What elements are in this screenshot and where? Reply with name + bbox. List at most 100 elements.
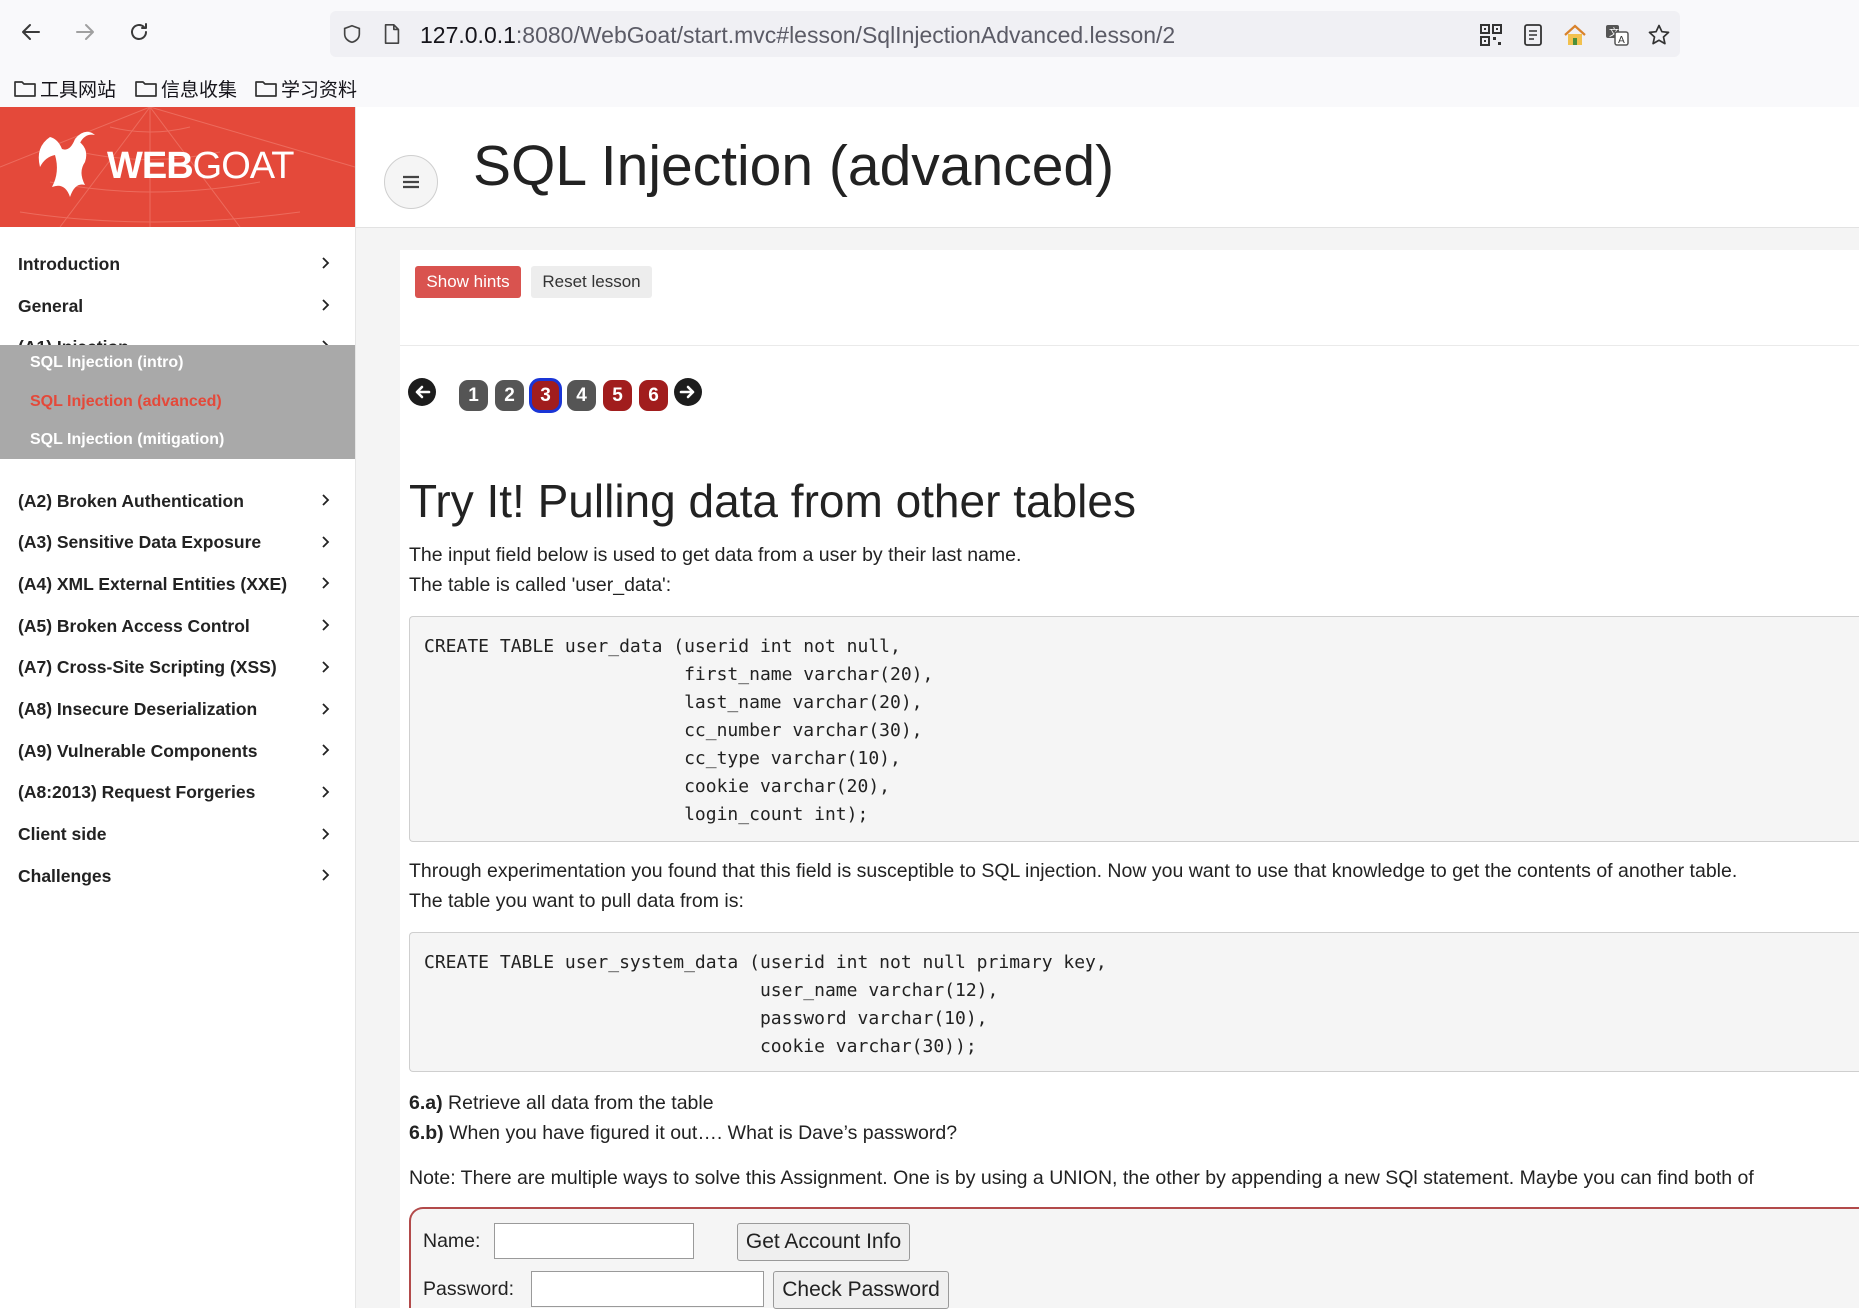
show-hints-button[interactable]: Show hints <box>415 266 521 298</box>
menu-item-label: Introduction <box>18 253 121 274</box>
shield-icon[interactable] <box>340 22 364 46</box>
forward-icon[interactable] <box>67 14 103 50</box>
sidebar: WEBGOAT Introduction General (A1) Inject… <box>0 107 356 1308</box>
sub-item-sql-injection-mitigation[interactable]: SQL Injection (mitigation) <box>30 431 224 449</box>
assignment-form: Name: Get Account Info Password: Check P… <box>409 1207 1859 1309</box>
password-label: Password: <box>423 1278 515 1300</box>
logo-text-bold: WEB <box>107 145 194 187</box>
get-account-info-button[interactable]: Get Account Info <box>737 1223 910 1261</box>
menu-item-label: (A3) Sensitive Data Exposure <box>18 532 262 553</box>
bookmark-label: 工具网站 <box>40 78 117 101</box>
code-block-user-system-data: CREATE TABLE user_system_data (userid in… <box>409 932 1859 1072</box>
paragraph-target-table: The table you want to pull data from is: <box>409 890 744 912</box>
chevron-right-icon <box>319 576 333 590</box>
next-page-button[interactable] <box>674 378 702 406</box>
lesson-heading: Try It! Pulling data from other tables <box>409 475 1136 527</box>
chevron-right-icon <box>319 702 333 716</box>
menu-item-label: Challenges <box>18 865 112 886</box>
chevron-right-icon <box>319 298 333 312</box>
page-title: SQL Injection (advanced) <box>473 134 1115 198</box>
hamburger-icon <box>403 175 419 189</box>
bookmark-folder-study[interactable]: 学习资料 <box>255 75 357 101</box>
arrow-left-icon <box>415 385 431 399</box>
bookmark-folder-info[interactable]: 信息收集 <box>135 75 237 101</box>
menu-item-label: (A8) Insecure Deserialization <box>18 699 258 719</box>
goat-icon <box>38 131 95 197</box>
reader-view-icon[interactable] <box>1520 22 1546 48</box>
prev-page-button[interactable] <box>408 378 436 406</box>
menu-item-label: (A7) Cross-Site Scripting (XSS) <box>18 657 277 678</box>
chevron-right-icon <box>319 660 333 674</box>
logo-text-rest: GOAT <box>192 145 295 187</box>
page-icon[interactable] <box>380 22 404 46</box>
task-b-text: When you have figured it out…. What is D… <box>443 1122 958 1144</box>
page-6-button[interactable]: 6 <box>639 380 668 411</box>
url-text[interactable]: 127.0.0.1:8080/WebGoat/start.mvc#lesson/… <box>420 22 1175 49</box>
chevron-right-icon <box>319 535 333 549</box>
page-4-button[interactable]: 4 <box>567 380 596 411</box>
bookmark-label: 信息收集 <box>161 78 238 101</box>
menu-item-a8-insecure-deserialization[interactable]: (A8) Insecure Deserialization <box>0 690 355 730</box>
menu-item-a5-broken-access-control[interactable]: (A5) Broken Access Control <box>0 606 355 646</box>
menu-item-introduction[interactable]: Introduction <box>0 244 355 284</box>
menu-item-client-side[interactable]: Client side <box>0 815 355 855</box>
chevron-right-icon <box>319 256 333 270</box>
injection-submenu: SQL Injection (intro) SQL Injection (adv… <box>0 345 355 459</box>
qr-code-icon[interactable] <box>1478 22 1504 48</box>
task-b-label: 6.b) <box>409 1122 444 1144</box>
bookmark-star-icon[interactable] <box>1646 22 1672 48</box>
menu-item-a2-broken-authentication[interactable]: (A2) Broken Authentication <box>0 481 355 521</box>
menu-item-label: (A5) Broken Access Control <box>18 615 250 636</box>
menu-item-a4-xxe[interactable]: (A4) XML External Entities (XXE) <box>0 564 355 604</box>
menu-item-label: (A4) XML External Entities (XXE) <box>18 573 288 594</box>
menu-toggle-button[interactable] <box>384 155 438 209</box>
main-header: SQL Injection (advanced) <box>356 107 1859 228</box>
menu-item-general[interactable]: General <box>0 286 355 326</box>
menu-item-a9-vulnerable-components[interactable]: (A9) Vulnerable Components <box>0 731 355 771</box>
address-bar[interactable]: 127.0.0.1:8080/WebGoat/start.mvc#lesson/… <box>330 11 1680 57</box>
logo-text: WEBGOAT <box>107 145 295 188</box>
url-host: 127.0.0.1 <box>420 22 516 48</box>
page-2-button[interactable]: 2 <box>495 380 524 411</box>
arrow-right-icon <box>679 385 695 399</box>
reset-lesson-button[interactable]: Reset lesson <box>531 266 652 298</box>
url-path: :8080/WebGoat/start.mvc#lesson/SqlInject… <box>515 22 1176 48</box>
webgoat-logo[interactable]: WEBGOAT <box>0 107 355 227</box>
translate-icon[interactable]: 文A <box>1604 22 1630 48</box>
chevron-right-icon <box>319 827 333 841</box>
bookmarks-bar: 工具网站 信息收集 学习资料 <box>0 71 1859 108</box>
sub-item-sql-injection-intro[interactable]: SQL Injection (intro) <box>30 354 183 372</box>
chevron-right-icon <box>319 493 333 507</box>
bookmark-label: 学习资料 <box>281 78 358 101</box>
home-icon[interactable] <box>1562 22 1588 48</box>
page-5-button[interactable]: 5 <box>603 380 632 411</box>
check-password-button[interactable]: Check Password <box>773 1271 949 1309</box>
note-text: Note: There are multiple ways to solve t… <box>409 1167 1754 1189</box>
menu-item-label: (A9) Vulnerable Components <box>18 740 258 761</box>
menu-item-a8-2013-request-forgeries[interactable]: (A8:2013) Request Forgeries <box>0 773 355 813</box>
code-block-user-data: CREATE TABLE user_data (userid int not n… <box>409 616 1859 842</box>
back-icon[interactable] <box>13 14 49 50</box>
task-a-label: 6.a) <box>409 1092 443 1114</box>
sub-item-sql-injection-advanced[interactable]: SQL Injection (advanced) <box>30 393 222 411</box>
menu-item-label: (A2) Broken Authentication <box>18 490 244 511</box>
chevron-right-icon <box>319 743 333 757</box>
folder-icon <box>14 81 36 97</box>
name-input[interactable] <box>494 1223 694 1259</box>
browser-toolbar: 127.0.0.1:8080/WebGoat/start.mvc#lesson/… <box>0 0 1859 71</box>
task-a: 6.a) Retrieve all data from the table <box>409 1092 714 1115</box>
menu-item-a3-sensitive-data-exposure[interactable]: (A3) Sensitive Data Exposure <box>0 523 355 563</box>
folder-icon <box>135 81 157 97</box>
menu-item-a7-xss[interactable]: (A7) Cross-Site Scripting (XSS) <box>0 648 355 688</box>
page-3-button[interactable]: 3 <box>529 378 562 413</box>
bookmark-folder-tools[interactable]: 工具网站 <box>14 75 116 101</box>
chevron-right-icon <box>319 618 333 632</box>
reload-icon[interactable] <box>121 14 157 50</box>
menu-item-label: Client side <box>18 824 107 845</box>
task-b: 6.b) When you have figured it out…. What… <box>409 1122 957 1145</box>
name-label: Name: <box>423 1230 481 1252</box>
chevron-right-icon <box>319 868 333 882</box>
menu-item-challenges[interactable]: Challenges <box>0 856 355 896</box>
page-1-button[interactable]: 1 <box>459 380 488 411</box>
password-input[interactable] <box>531 1271 764 1307</box>
